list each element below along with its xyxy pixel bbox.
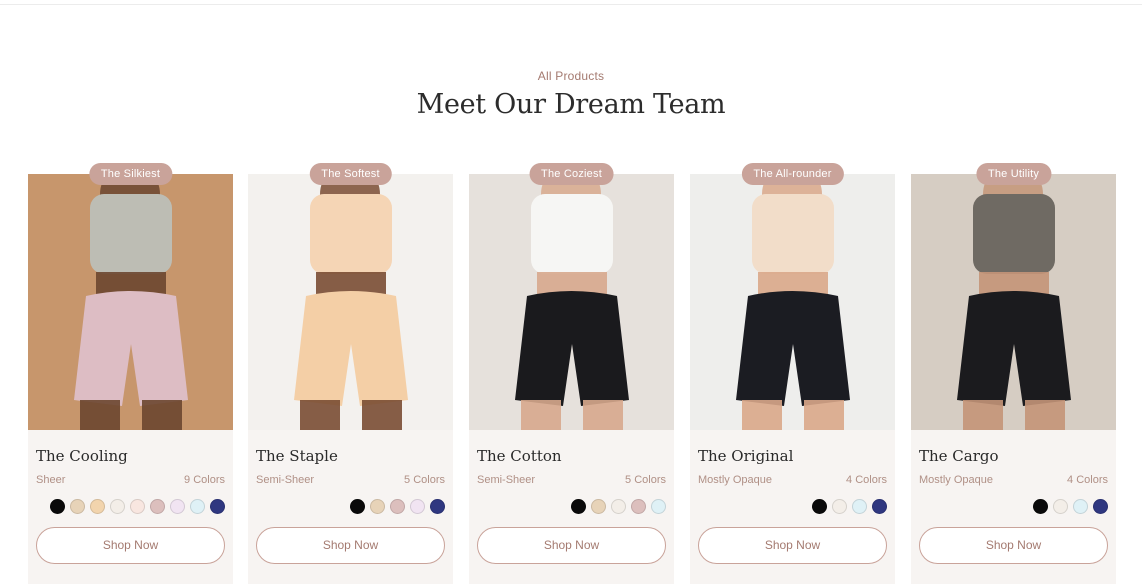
color-swatch[interactable]: [571, 499, 586, 514]
color-swatch[interactable]: [390, 499, 405, 514]
color-swatches: [50, 499, 225, 514]
product-info: The Cargo Mostly Opaque 4 Colors Shop No…: [911, 430, 1116, 584]
product-color-count: 5 Colors: [404, 474, 445, 486]
color-swatch[interactable]: [90, 499, 105, 514]
color-swatch[interactable]: [430, 499, 445, 514]
product-image[interactable]: [690, 174, 895, 430]
color-swatch[interactable]: [70, 499, 85, 514]
color-swatch[interactable]: [190, 499, 205, 514]
color-swatch[interactable]: [350, 499, 365, 514]
product-name[interactable]: The Original: [698, 447, 793, 465]
product-color-count: 4 Colors: [846, 474, 887, 486]
product-badge: The Coziest: [529, 163, 614, 185]
shop-now-button[interactable]: Shop Now: [256, 527, 445, 564]
product-color-count: 4 Colors: [1067, 474, 1108, 486]
color-swatch[interactable]: [1053, 499, 1068, 514]
product-name[interactable]: The Cotton: [477, 447, 562, 465]
color-swatch[interactable]: [150, 499, 165, 514]
color-swatches: [1033, 499, 1108, 514]
color-swatch[interactable]: [130, 499, 145, 514]
color-swatch[interactable]: [410, 499, 425, 514]
section-eyebrow[interactable]: All Products: [0, 69, 1142, 83]
section-title: Meet Our Dream Team: [416, 89, 726, 120]
product-opacity: Semi-Sheer: [477, 474, 536, 486]
product-card[interactable]: The Silkiest The Cooling Sheer 9 Colors …: [28, 160, 233, 584]
product-image[interactable]: [911, 174, 1116, 430]
color-swatch[interactable]: [210, 499, 225, 514]
color-swatch[interactable]: [170, 499, 185, 514]
color-swatch[interactable]: [832, 499, 847, 514]
product-opacity: Semi-Sheer: [256, 474, 315, 486]
color-swatch[interactable]: [852, 499, 867, 514]
color-swatch[interactable]: [591, 499, 606, 514]
product-card[interactable]: The All-rounder The Original Mostly Opaq…: [690, 160, 895, 584]
product-info: The Staple Semi-Sheer 5 Colors Shop Now: [248, 430, 453, 584]
color-swatch[interactable]: [1033, 499, 1048, 514]
color-swatch[interactable]: [370, 499, 385, 514]
product-info: The Cotton Semi-Sheer 5 Colors Shop Now: [469, 430, 674, 584]
color-swatch[interactable]: [651, 499, 666, 514]
product-grid: The Silkiest The Cooling Sheer 9 Colors …: [28, 160, 1118, 584]
shop-now-button[interactable]: Shop Now: [919, 527, 1108, 564]
shop-now-button[interactable]: Shop Now: [36, 527, 225, 564]
color-swatches: [812, 499, 887, 514]
product-card[interactable]: The Utility The Cargo Mostly Opaque 4 Co…: [911, 160, 1116, 584]
product-info: The Original Mostly Opaque 4 Colors Shop…: [690, 430, 895, 584]
color-swatch[interactable]: [50, 499, 65, 514]
product-name[interactable]: The Staple: [256, 447, 338, 465]
product-color-count: 5 Colors: [625, 474, 666, 486]
model-photo: [911, 174, 1116, 430]
product-card[interactable]: The Softest The Staple Semi-Sheer 5 Colo…: [248, 160, 453, 584]
color-swatch[interactable]: [1073, 499, 1088, 514]
model-photo: [690, 174, 895, 430]
color-swatch[interactable]: [812, 499, 827, 514]
product-color-count: 9 Colors: [184, 474, 225, 486]
model-photo: [28, 174, 233, 430]
product-card[interactable]: The Coziest The Cotton Semi-Sheer 5 Colo…: [469, 160, 674, 584]
product-badge: The Utility: [975, 163, 1052, 185]
product-name[interactable]: The Cooling: [36, 447, 128, 465]
product-image[interactable]: [469, 174, 674, 430]
color-swatch[interactable]: [110, 499, 125, 514]
product-opacity: Sheer: [36, 474, 66, 486]
product-badge: The Silkiest: [88, 163, 173, 185]
product-opacity: Mostly Opaque: [698, 474, 772, 486]
product-name[interactable]: The Cargo: [919, 447, 999, 465]
product-image[interactable]: [248, 174, 453, 430]
header-divider: [0, 4, 1142, 5]
color-swatch[interactable]: [1093, 499, 1108, 514]
product-badge: The Softest: [309, 163, 392, 185]
color-swatch[interactable]: [631, 499, 646, 514]
shop-now-button[interactable]: Shop Now: [477, 527, 666, 564]
model-photo: [248, 174, 453, 430]
color-swatch[interactable]: [611, 499, 626, 514]
color-swatches: [350, 499, 445, 514]
color-swatch[interactable]: [872, 499, 887, 514]
color-swatches: [571, 499, 666, 514]
product-image[interactable]: [28, 174, 233, 430]
shop-now-button[interactable]: Shop Now: [698, 527, 887, 564]
model-photo: [469, 174, 674, 430]
product-badge: The All-rounder: [741, 163, 844, 185]
product-info: The Cooling Sheer 9 Colors Shop Now: [28, 430, 233, 584]
product-opacity: Mostly Opaque: [919, 474, 993, 486]
